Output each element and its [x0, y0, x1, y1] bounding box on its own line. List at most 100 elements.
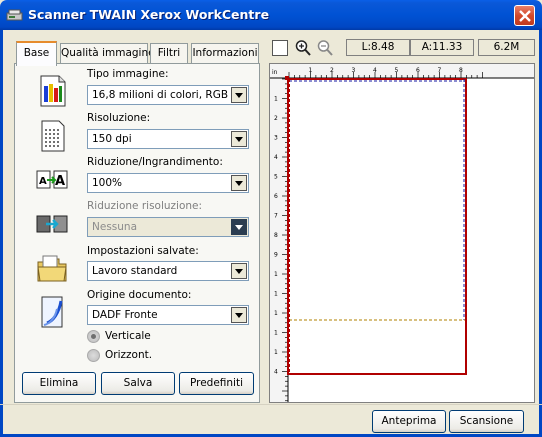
scaling-value: 100% [92, 177, 123, 189]
ruler-label: 9 [274, 252, 278, 259]
ruler-label: 8 [459, 67, 463, 74]
ruler-label: 1 [274, 271, 278, 278]
chevron-down-icon[interactable] [231, 175, 247, 191]
tab-label: Filtri [157, 47, 181, 59]
area-readout: A:11.33 [410, 39, 474, 56]
size-readout: 6.2M [478, 39, 535, 56]
color-bars-icon [35, 74, 69, 108]
delete-button-label: Elimina [39, 377, 79, 389]
resolution-label: Risoluzione: [87, 112, 151, 124]
select-area-button[interactable] [272, 40, 288, 56]
scan-button-label: Scansione [459, 415, 514, 427]
tab-image-quality[interactable]: Qualità immagine [60, 43, 155, 64]
resolution-select[interactable]: 150 dpi [87, 129, 249, 149]
ruler-label: 4 [274, 369, 278, 376]
chevron-down-icon[interactable] [231, 131, 247, 147]
saved-settings-select[interactable]: Lavoro standard [87, 261, 249, 281]
ruler-label: 5 [395, 67, 399, 74]
ruler-label: 4 [274, 154, 278, 161]
resize-text-icon: A A [35, 163, 69, 197]
descreen-icon [35, 207, 69, 241]
ruler-label: 1 [309, 67, 313, 74]
dotted-page-icon [35, 119, 69, 153]
tab-base[interactable]: Base [16, 41, 57, 66]
length-value: L:8.48 [361, 41, 395, 53]
area-value: A:11.33 [421, 41, 463, 53]
document-source-label: Origine documento: [87, 289, 192, 301]
descreen-select: Nessuna [87, 217, 249, 237]
descreen-value: Nessuna [92, 221, 137, 233]
window-title: Scanner TWAIN Xerox WorkCentre [28, 7, 270, 22]
ruler-label: 1 [274, 349, 278, 356]
length-readout: L:8.48 [346, 39, 410, 56]
scaling-label: Riduzione/Ingrandimento: [87, 156, 223, 168]
tab-info[interactable]: Informazioni [191, 43, 259, 64]
landscape-radio[interactable] [87, 349, 100, 362]
base-tab-panel: Tipo immagine: 16,8 milioni di colori, R… [14, 63, 260, 403]
descreen-label: Riduzione risoluzione: [87, 200, 203, 212]
defaults-button-label: Predefiniti [189, 377, 244, 389]
scaling-select[interactable]: 100% [87, 173, 249, 193]
portrait-label: Verticale [105, 330, 151, 342]
close-button[interactable] [514, 5, 535, 26]
footer-separator [0, 404, 542, 405]
image-type-select[interactable]: 16,8 milioni di colori, RGB [87, 85, 249, 105]
close-icon [519, 10, 531, 22]
image-type-label: Tipo immagine: [87, 68, 169, 80]
ruler-label: 5 [274, 174, 278, 181]
save-button-label: Salva [123, 377, 153, 389]
ruler-label: 1 [274, 310, 278, 317]
document-source-value: DADF Fronte [92, 309, 158, 321]
ruler-label: 7 [274, 213, 278, 220]
ruler-label: 7 [438, 67, 442, 74]
zoom-in-icon [295, 40, 311, 56]
zoom-in-button[interactable] [295, 39, 311, 57]
tab-filters[interactable]: Filtri [150, 43, 188, 64]
scanner-icon [6, 7, 23, 23]
scan-area-handle[interactable] [285, 76, 289, 80]
defaults-button[interactable]: Predefiniti [179, 372, 254, 395]
resolution-value: 150 dpi [92, 133, 132, 145]
ruler-label: 3 [274, 135, 278, 142]
saved-settings-label: Impostazioni salvate: [87, 245, 199, 257]
image-type-value: 16,8 milioni di colori, RGB [92, 89, 229, 101]
delete-button[interactable]: Elimina [22, 372, 96, 395]
chevron-down-icon[interactable] [231, 307, 247, 323]
zoom-out-button[interactable] [317, 39, 333, 57]
folder-icon [35, 252, 69, 286]
chevron-down-icon[interactable] [231, 87, 247, 103]
ruler-label: 4 [373, 67, 377, 74]
ruler-label: 1 [274, 330, 278, 337]
document-icon [35, 295, 69, 329]
chevron-down-icon [231, 219, 247, 235]
ruler-label: 8 [274, 232, 278, 239]
ruler-label: 1 [274, 96, 278, 103]
zoom-out-icon [317, 40, 333, 56]
ruler-label: 6 [274, 193, 278, 200]
scan-button[interactable]: Scansione [449, 410, 524, 433]
ruler-label: 3 [352, 67, 356, 74]
tab-label: Informazioni [192, 47, 258, 59]
ruler-label: 6 [416, 67, 420, 74]
ruler-label: 1 [274, 291, 278, 298]
svg-text:A: A [39, 176, 47, 187]
chevron-down-icon[interactable] [231, 263, 247, 279]
ruler-label: 2 [274, 115, 278, 122]
document-source-select[interactable]: DADF Fronte [87, 305, 249, 325]
title-bar: Scanner TWAIN Xerox WorkCentre [0, 0, 542, 30]
portrait-radio[interactable] [87, 330, 100, 343]
preview-canvas[interactable]: 1 2 3 4 5 6 7 8 1 2 3 4 5 6 7 8 9 1 1 1 1 1 4 in [270, 64, 535, 403]
svg-text:A: A [55, 174, 65, 189]
preview-button-label: Anteprima [381, 415, 437, 427]
tab-label: Base [23, 47, 50, 59]
size-value: 6.2M [493, 41, 520, 53]
window-frame-left [0, 30, 3, 437]
scan-area-frame[interactable] [287, 78, 467, 375]
landscape-label: Orizzont. [105, 349, 153, 361]
radio-selected-dot [91, 334, 96, 339]
save-button[interactable]: Salva [101, 372, 175, 395]
preview-area[interactable]: 1 2 3 4 5 6 7 8 1 2 3 4 5 6 7 8 9 1 1 1 1 1 4 in [269, 63, 535, 403]
ruler-label: 2 [330, 67, 334, 74]
preview-button[interactable]: Anteprima [372, 410, 446, 433]
tab-label: Qualità immagine [61, 47, 155, 59]
